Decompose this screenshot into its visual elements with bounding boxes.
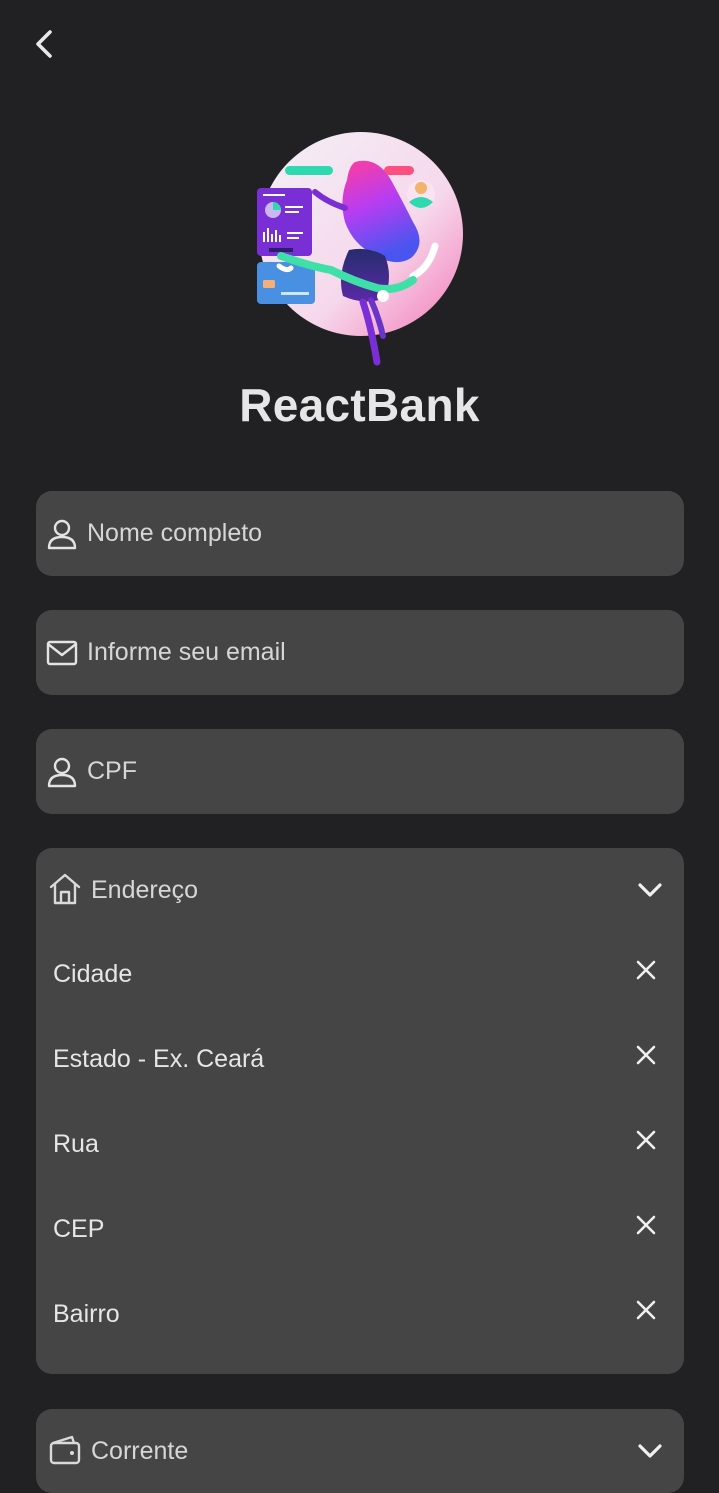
street-label: Rua xyxy=(53,1130,99,1158)
logo-illustration xyxy=(257,132,463,366)
chevron-down-icon xyxy=(638,883,662,897)
home-icon xyxy=(49,873,81,905)
state-label: Estado - Ex. Ceará xyxy=(53,1045,265,1073)
close-icon[interactable] xyxy=(632,1296,660,1324)
email-input[interactable] xyxy=(87,638,627,667)
cpf-input[interactable] xyxy=(87,757,627,786)
email-field[interactable] xyxy=(36,610,684,695)
city-label: Cidade xyxy=(53,960,133,988)
cep-label: CEP xyxy=(53,1215,105,1243)
app-title: ReactBank xyxy=(239,379,480,431)
envelope-icon xyxy=(46,637,78,669)
street-field[interactable]: Rua xyxy=(36,1102,684,1187)
full-name-field[interactable] xyxy=(36,491,684,576)
neighborhood-label: Bairro xyxy=(53,1300,120,1328)
back-button[interactable] xyxy=(22,22,66,66)
address-accordion-header[interactable]: Endereço xyxy=(36,848,684,932)
account-type-label: Corrente xyxy=(91,1437,189,1465)
cpf-field[interactable] xyxy=(36,729,684,814)
close-icon[interactable] xyxy=(632,1041,660,1069)
close-icon[interactable] xyxy=(632,956,660,984)
state-field[interactable]: Estado - Ex. Ceará xyxy=(36,1017,684,1102)
chevron-down-icon xyxy=(638,1444,662,1458)
account-type-header[interactable]: Corrente xyxy=(36,1409,684,1493)
chevron-left-icon xyxy=(36,30,52,58)
full-name-input[interactable] xyxy=(87,519,627,548)
close-icon[interactable] xyxy=(632,1126,660,1154)
user-icon xyxy=(46,518,78,550)
wallet-icon xyxy=(49,1435,81,1465)
address-label: Endereço xyxy=(91,876,199,904)
user-icon xyxy=(46,756,78,788)
address-accordion: Endereço Cidade Estado - Ex. Ceará Rua C… xyxy=(36,848,684,1374)
neighborhood-field[interactable]: Bairro xyxy=(36,1272,684,1357)
cep-field[interactable]: CEP xyxy=(36,1187,684,1272)
account-type-accordion: Corrente xyxy=(36,1409,684,1493)
close-icon[interactable] xyxy=(632,1211,660,1239)
city-field[interactable]: Cidade xyxy=(36,932,684,1017)
